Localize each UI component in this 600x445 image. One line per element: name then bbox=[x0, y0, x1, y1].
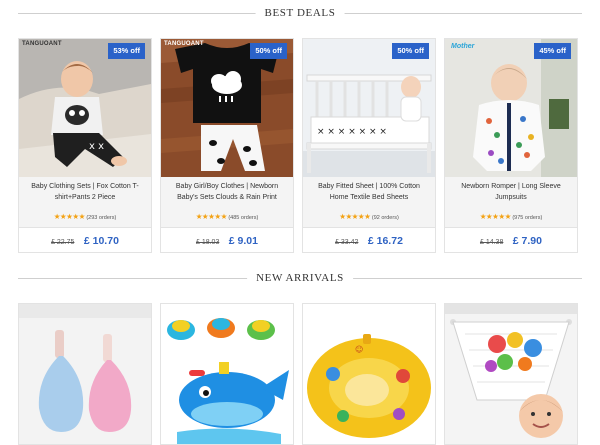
product-card[interactable]: TANGUOANT 50% off Baby Girl/Boy Clothes … bbox=[160, 38, 294, 253]
product-image[interactable]: ☺ bbox=[303, 304, 435, 444]
product-card[interactable] bbox=[160, 303, 294, 445]
old-price: £ 33.42 bbox=[335, 239, 359, 246]
product-card[interactable]: Mother 45% off Newborn Romper | Long Sle… bbox=[444, 38, 578, 253]
rating: ★★★★★ (975 orders) bbox=[445, 212, 577, 221]
sale-price: £ 10.70 bbox=[83, 235, 119, 247]
sale-price: £ 7.90 bbox=[512, 235, 542, 247]
product-title[interactable]: Baby Clothing Sets | Fox Cotton T-shirt+… bbox=[25, 181, 145, 205]
brand-label: TANGUOANT bbox=[22, 41, 62, 47]
rating: ★★★★★ (92 orders) bbox=[303, 212, 435, 221]
bath-toy-organizer-image bbox=[445, 304, 577, 444]
product-card[interactable] bbox=[444, 303, 578, 445]
star-rating-icon: ★★★★★ bbox=[195, 212, 228, 221]
product-image[interactable] bbox=[161, 304, 293, 444]
product-title[interactable]: Baby Fitted Sheet | 100% Cotton Home Tex… bbox=[309, 181, 429, 205]
star-rating-icon: ★★★★★ bbox=[53, 212, 86, 221]
price-row: £ 14.38 £ 7.90 bbox=[445, 227, 577, 252]
nasal-aspirator-image bbox=[19, 304, 151, 444]
product-card[interactable] bbox=[18, 303, 152, 445]
sale-price: £ 16.72 bbox=[367, 235, 403, 247]
crib-sheet-image: × × × × × × × bbox=[303, 39, 435, 177]
order-count: (293 orders) bbox=[86, 215, 117, 221]
product-image[interactable] bbox=[445, 304, 577, 444]
order-count: (975 orders) bbox=[512, 215, 543, 221]
baby-fox-outfit-image: x x bbox=[19, 39, 151, 177]
rating: ★★★★★ (293 orders) bbox=[19, 212, 151, 221]
star-rating-icon: ★★★★★ bbox=[339, 212, 371, 221]
product-image[interactable] bbox=[19, 304, 151, 444]
product-image[interactable] bbox=[445, 39, 577, 177]
product-image[interactable]: x x bbox=[19, 39, 151, 177]
price-row: £ 18.03 £ 9.01 bbox=[161, 227, 293, 252]
best-deals-header: BEST DEALS bbox=[18, 6, 582, 20]
product-card[interactable]: × × × × × × × 50% off Baby Fitted Sheet … bbox=[302, 38, 436, 253]
old-price: £ 18.03 bbox=[195, 239, 220, 246]
discount-badge: 50% off bbox=[392, 43, 429, 59]
product-title[interactable]: Newborn Romper | Long Sleeve Jumpsuits bbox=[451, 181, 571, 205]
discount-badge: 53% off bbox=[108, 43, 145, 59]
new-arrivals-title: NEW ARRIVALS bbox=[247, 271, 353, 285]
svg-text:× × × × × × ×: × × × × × × × bbox=[317, 127, 387, 137]
brand-label: TANGUOANT bbox=[164, 41, 204, 47]
order-count: (485 orders) bbox=[228, 215, 259, 221]
sale-price: £ 9.01 bbox=[228, 235, 258, 247]
product-card[interactable]: x x TANGUOANT 53% off Baby Clothing Sets… bbox=[18, 38, 152, 253]
order-count: (92 orders) bbox=[371, 215, 399, 221]
product-title[interactable]: Baby Girl/Boy Clothes | Newborn Baby's S… bbox=[167, 181, 287, 205]
price-row: £ 22.75 £ 10.70 bbox=[19, 227, 151, 252]
discount-badge: 45% off bbox=[534, 43, 571, 59]
discount-badge: 50% off bbox=[250, 43, 287, 59]
cloud-rain-outfit-image bbox=[161, 39, 293, 177]
rating: ★★★★★ (485 orders) bbox=[161, 212, 293, 221]
best-deals-title: BEST DEALS bbox=[255, 6, 345, 20]
product-image[interactable] bbox=[161, 39, 293, 177]
product-image[interactable]: × × × × × × × bbox=[303, 39, 435, 177]
price-row: £ 33.42 £ 16.72 bbox=[303, 227, 435, 252]
brand-logo: Mother bbox=[451, 43, 475, 50]
svg-text:☺: ☺ bbox=[355, 345, 363, 354]
product-card[interactable]: ☺ bbox=[302, 303, 436, 445]
new-arrivals-header: NEW ARRIVALS bbox=[18, 271, 582, 285]
old-price: £ 22.75 bbox=[51, 239, 75, 246]
svg-text:x x: x x bbox=[89, 141, 104, 152]
bath-toy-whale-image bbox=[161, 304, 293, 444]
star-rating-icon: ★★★★★ bbox=[479, 212, 512, 221]
inflatable-float-image: ☺ bbox=[303, 304, 435, 444]
newborn-romper-image bbox=[445, 39, 577, 177]
old-price: £ 14.38 bbox=[479, 239, 504, 246]
